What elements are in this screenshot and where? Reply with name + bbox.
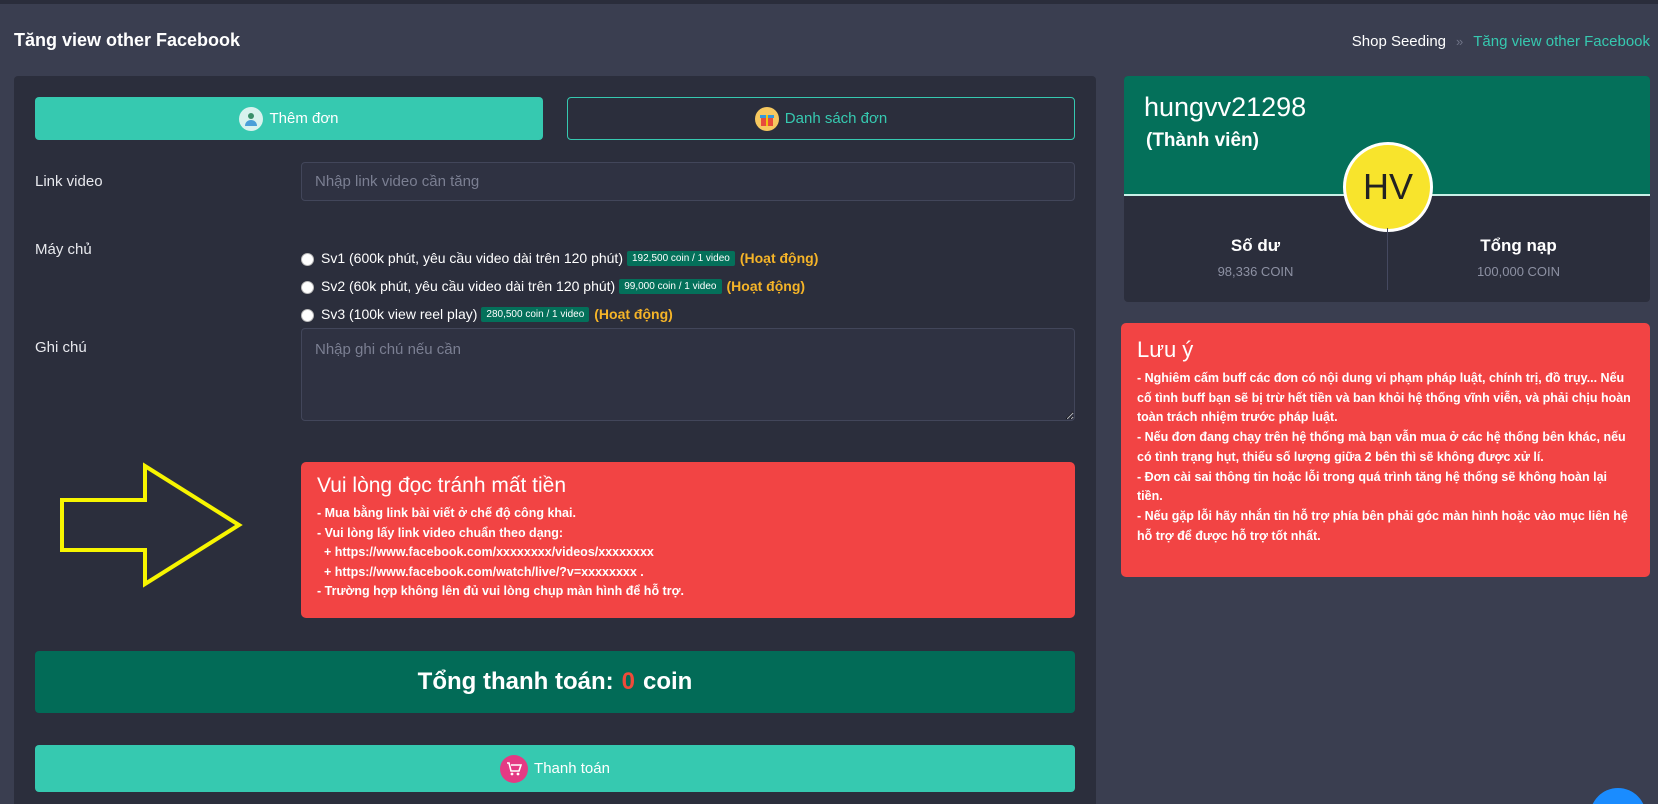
notice-line: - Nghiêm cấm buff các đơn có nội dung vi… — [1137, 371, 1631, 425]
warning-line: - Trường hợp không lên đủ vui lòng chụp … — [317, 584, 684, 598]
warning-line: + https://www.facebook.com/xxxxxxxx/vide… — [317, 545, 654, 559]
total-payment-bar: Tổng thanh toán: 0 coin — [35, 651, 1075, 713]
balance-value: 98,336 COIN — [1217, 264, 1294, 279]
tab-order-list-label: Danh sách đơn — [784, 110, 888, 127]
user-role: (Thành viên) — [1146, 130, 1259, 151]
note-textarea[interactable] — [301, 328, 1075, 421]
tab-add-order[interactable]: Thêm đơn — [35, 97, 543, 140]
total-label: Tổng thanh toán: — [417, 668, 614, 695]
top-bar — [0, 0, 1658, 4]
server-1-status: (Hoạt động) — [739, 250, 819, 266]
tab-order-list[interactable]: Danh sách đơn — [567, 97, 1075, 140]
notice-line: - Nếu gặp lỗi hãy nhắn tin hỗ trợ phía b… — [1137, 508, 1628, 543]
server-option-1[interactable]: Sv1 (600k phút, yêu cầu video dài trên 1… — [301, 244, 818, 272]
total-value: 0 — [621, 668, 635, 695]
arrow-right-icon — [60, 462, 243, 588]
deposit-label: Tổng nạp — [1480, 236, 1557, 255]
server-3-name: Sv3 (100k view reel play) — [321, 306, 478, 322]
warning-box: Vui lòng đọc tránh mất tiền - Mua bằng l… — [301, 462, 1075, 618]
server-3-radio[interactable] — [301, 309, 314, 322]
warning-line: - Mua bằng link bài viết ở chế độ công k… — [317, 506, 576, 520]
server-2-name: Sv2 (60k phút, yêu cầu video dài trên 12… — [321, 278, 616, 294]
breadcrumb-root-link[interactable]: Shop Seeding — [1352, 33, 1446, 50]
server-label: Máy chủ — [35, 241, 92, 258]
server-list: Sv1 (600k phút, yêu cầu video dài trên 1… — [301, 244, 818, 328]
cart-icon — [500, 754, 529, 783]
balance-stat: Số dư 98,336 COIN — [1124, 236, 1387, 279]
warning-line: - Vui lòng lấy link video chuẩn theo dạn… — [317, 525, 564, 540]
notice-line: - Nếu đơn đang chạy trên hệ thống mà bạn… — [1137, 430, 1626, 464]
total-unit: coin — [642, 668, 693, 695]
username: hungvv21298 — [1144, 92, 1307, 122]
deposit-value: 100,000 COIN — [1476, 264, 1561, 279]
warning-line: + https://www.facebook.com/watch/live/?v… — [317, 564, 644, 579]
server-1-radio[interactable] — [301, 253, 314, 266]
server-1-name: Sv1 (600k phút, yêu cầu video dài trên 1… — [321, 250, 623, 266]
avatar: HV — [1343, 142, 1433, 232]
server-3-status: (Hoạt động) — [594, 306, 673, 322]
user-add-icon — [239, 106, 264, 131]
deposit-stat: Tổng nạp 100,000 COIN — [1387, 236, 1650, 279]
server-2-status: (Hoạt động) — [726, 278, 806, 294]
notice-box: Lưu ý - Nghiêm cấm buff các đơn có nội d… — [1121, 323, 1650, 577]
server-option-3[interactable]: Sv3 (100k view reel play) 280,500 coin /… — [301, 300, 818, 328]
order-form-card: Thêm đơn Danh sách đơn Link video Máy ch… — [14, 76, 1096, 804]
profile-card: hungvv21298 (Thành viên) HV Số dư 98,336… — [1124, 76, 1650, 302]
link-video-label: Link video — [35, 173, 103, 190]
tab-add-order-label: Thêm đơn — [269, 110, 339, 127]
chat-icon[interactable] — [1590, 788, 1646, 804]
breadcrumb-current: Tăng view other Facebook — [1473, 33, 1650, 50]
server-option-2[interactable]: Sv2 (60k phút, yêu cầu video dài trên 12… — [301, 272, 818, 300]
gift-list-icon — [754, 106, 779, 131]
link-video-input[interactable] — [301, 162, 1075, 201]
page-title: Tăng view other Facebook — [14, 30, 241, 50]
warning-title: Vui lòng đọc tránh mất tiền — [317, 474, 567, 497]
server-3-price-badge: 280,500 coin / 1 video — [481, 306, 590, 322]
pay-button[interactable]: Thanh toán — [35, 745, 1075, 792]
server-2-price-badge: 99,000 coin / 1 video — [619, 278, 722, 294]
pay-button-label: Thanh toán — [534, 760, 610, 777]
note-label: Ghi chú — [35, 339, 87, 356]
server-1-price-badge: 192,500 coin / 1 video — [626, 250, 735, 266]
balance-label: Số dư — [1230, 236, 1281, 255]
server-2-radio[interactable] — [301, 281, 314, 294]
breadcrumb-separator: » — [1456, 34, 1464, 49]
notice-line: - Đơn cài sai thông tin hoặc lỗi trong q… — [1137, 469, 1607, 504]
notice-title: Lưu ý — [1137, 337, 1194, 362]
breadcrumb: Shop Seeding » Tăng view other Facebook — [1352, 33, 1650, 50]
